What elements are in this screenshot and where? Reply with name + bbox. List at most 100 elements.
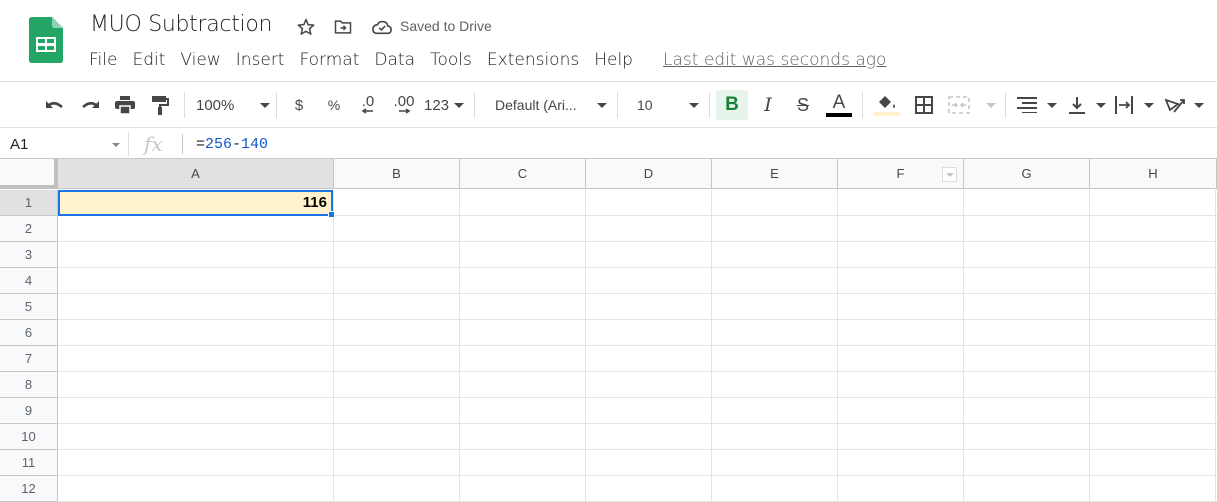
- menu-edit[interactable]: Edit: [132, 50, 165, 70]
- vertical-align-button[interactable]: [1068, 90, 1106, 120]
- fill-handle[interactable]: [328, 211, 335, 218]
- chevron-down-icon: [1144, 102, 1154, 108]
- row-header-9[interactable]: 9: [0, 398, 58, 424]
- chevron-down-icon: [454, 102, 464, 108]
- last-edit-link[interactable]: Last edit was seconds ago: [663, 50, 886, 70]
- move-to-folder-icon[interactable]: [333, 17, 353, 37]
- cloud-saved-icon[interactable]: [371, 17, 392, 37]
- paint-format-button[interactable]: [147, 90, 173, 120]
- formula-equals: =: [196, 136, 206, 153]
- gridline: [333, 190, 334, 502]
- menu-tools[interactable]: Tools: [430, 50, 472, 70]
- chevron-down-icon: [1194, 102, 1204, 108]
- gridline: [58, 241, 1217, 242]
- currency-format-button[interactable]: $: [288, 90, 310, 120]
- formula-input[interactable]: =256-140: [196, 136, 268, 153]
- bold-button[interactable]: B: [716, 90, 748, 120]
- strikethrough-button[interactable]: S: [790, 90, 816, 120]
- spreadsheet-grid: A B C D E F G H 1 2 3 4 5 6 7 8 9 10 11 …: [0, 159, 1217, 502]
- redo-icon: [82, 101, 99, 109]
- row-header-11[interactable]: 11: [0, 450, 58, 476]
- increase-decimal-button[interactable]: .00: [389, 90, 419, 120]
- app-header: MUO Subtraction Saved to Drive File Edit…: [0, 0, 1217, 82]
- gridline: [459, 190, 460, 502]
- filter-button[interactable]: [942, 167, 957, 182]
- horizontal-align-button[interactable]: [1017, 90, 1057, 120]
- text-wrapping-button[interactable]: [1114, 90, 1154, 120]
- row-header-8[interactable]: 8: [0, 372, 58, 398]
- row-header-5[interactable]: 5: [0, 294, 58, 320]
- borders-icon: [915, 96, 933, 114]
- redo-button[interactable]: [77, 90, 103, 120]
- row-header-1[interactable]: 1: [0, 190, 58, 216]
- zoom-value: 100%: [196, 96, 235, 114]
- row-header-6[interactable]: 6: [0, 320, 58, 346]
- formula-operator: -: [232, 136, 242, 153]
- chevron-down-icon: [1096, 102, 1106, 108]
- more-formats-button[interactable]: 123: [424, 90, 464, 120]
- column-header-d[interactable]: D: [586, 159, 712, 189]
- decrease-decimal-button[interactable]: .0: [354, 90, 382, 120]
- increase-decimal-label: .00: [393, 93, 415, 110]
- column-header-e[interactable]: E: [712, 159, 838, 189]
- percent-format-button[interactable]: %: [323, 90, 345, 120]
- column-header-c[interactable]: C: [460, 159, 586, 189]
- undo-button[interactable]: [42, 90, 68, 120]
- column-header-b[interactable]: B: [334, 159, 460, 189]
- fill-color-button[interactable]: [872, 90, 902, 120]
- chevron-down-icon: [260, 102, 270, 108]
- text-color-button[interactable]: A: [824, 90, 854, 120]
- row-header-10[interactable]: 10: [0, 424, 58, 450]
- menu-insert[interactable]: Insert: [236, 50, 285, 70]
- zoom-select[interactable]: 100%: [196, 90, 270, 120]
- print-button[interactable]: [112, 90, 138, 120]
- text-wrap-overflow-icon: [1115, 96, 1133, 114]
- toolbar-separator: [184, 92, 185, 118]
- menu-file[interactable]: File: [89, 50, 117, 70]
- column-header-f[interactable]: F: [838, 159, 964, 189]
- undo-icon: [46, 101, 63, 109]
- column-header-h[interactable]: H: [1090, 159, 1217, 189]
- font-family-select[interactable]: Default (Ari...: [495, 90, 607, 120]
- text-rotation-icon: [1164, 98, 1185, 113]
- column-header-g[interactable]: G: [964, 159, 1090, 189]
- text-color-icon: A: [832, 92, 846, 113]
- menu-view[interactable]: View: [180, 50, 220, 70]
- row-header-12[interactable]: 12: [0, 476, 58, 502]
- merge-cells-icon: [948, 96, 970, 114]
- star-icon[interactable]: [296, 17, 316, 37]
- row-header-2[interactable]: 2: [0, 216, 58, 242]
- gridline: [58, 371, 1217, 372]
- row-header-7[interactable]: 7: [0, 346, 58, 372]
- select-all-corner[interactable]: [0, 159, 58, 189]
- align-right-icon: [1017, 97, 1037, 113]
- toolbar-separator: [1005, 92, 1006, 118]
- menu-help[interactable]: Help: [594, 50, 633, 70]
- chevron-down-icon: [986, 102, 996, 108]
- column-header-f-label: F: [896, 166, 905, 181]
- toolbar-separator: [276, 92, 277, 118]
- menu-data[interactable]: Data: [374, 50, 415, 70]
- name-box-dropdown-icon[interactable]: [112, 143, 120, 147]
- formula-separator: [182, 134, 183, 154]
- row-header-4[interactable]: 4: [0, 268, 58, 294]
- font-size-select[interactable]: 10: [637, 90, 699, 120]
- row-header-3[interactable]: 3: [0, 242, 58, 268]
- menu-format[interactable]: Format: [299, 50, 359, 70]
- gridline: [58, 397, 1217, 398]
- filter-dropdown-icon: [945, 172, 954, 177]
- cell-a1[interactable]: 116: [58, 190, 333, 216]
- sheets-logo-icon[interactable]: [29, 17, 63, 63]
- document-title[interactable]: MUO Subtraction: [90, 12, 272, 37]
- font-family-value: Default (Ari...: [495, 97, 577, 113]
- text-rotation-button[interactable]: [1164, 90, 1204, 120]
- name-box[interactable]: A1: [10, 136, 28, 153]
- align-bottom-icon: [1069, 97, 1085, 114]
- merge-cells-button[interactable]: [948, 90, 996, 120]
- borders-button[interactable]: [911, 90, 937, 120]
- gridline: [58, 293, 1217, 294]
- column-header-a[interactable]: A: [58, 159, 334, 189]
- italic-button[interactable]: I: [755, 90, 781, 120]
- menu-bar: File Edit View Insert Format Data Tools …: [89, 50, 648, 70]
- menu-extensions[interactable]: Extensions: [487, 50, 579, 70]
